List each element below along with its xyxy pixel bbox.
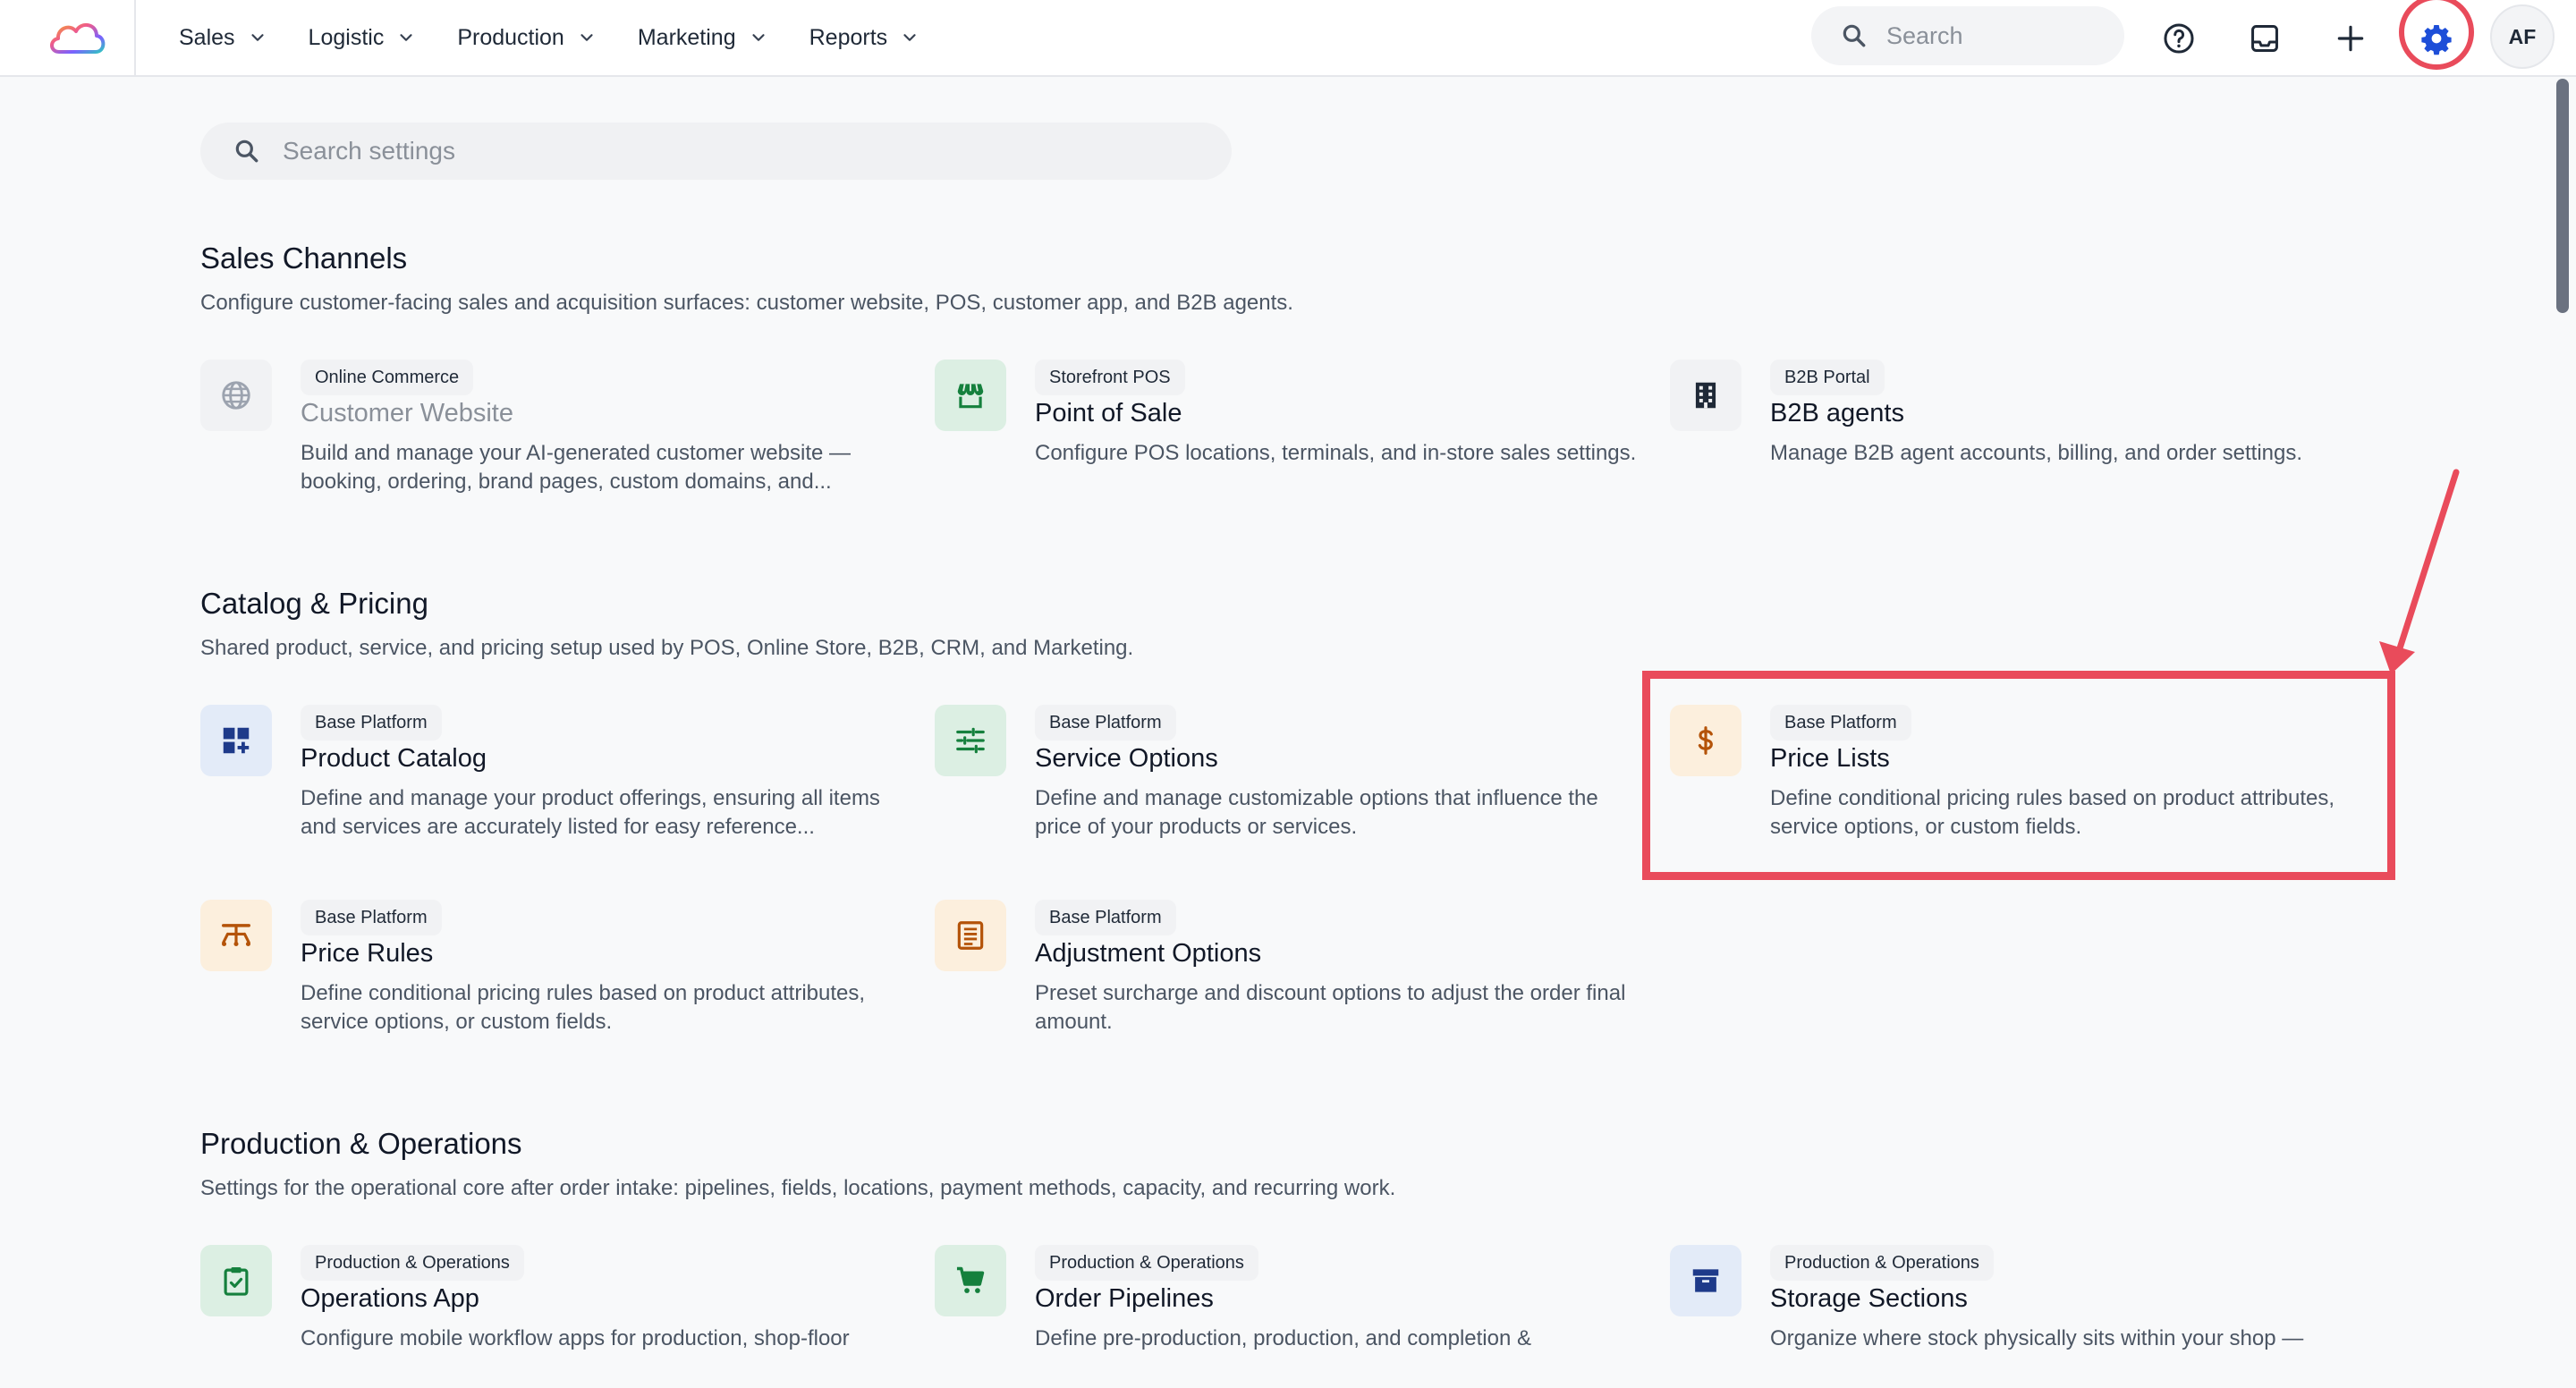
price-lists-highlight-box: [1642, 671, 2395, 880]
card-icon-box: [935, 900, 1006, 971]
nav-label: Marketing: [637, 24, 736, 50]
list-icon: [957, 921, 984, 950]
cart-icon: [956, 1266, 985, 1293]
card-product-catalog[interactable]: Base Platform Product Catalog Define and…: [200, 705, 907, 848]
top-navigation-bar: Sales Logistic Production Marketing Repo…: [0, 0, 2576, 77]
cloud-logo-icon[interactable]: [47, 14, 107, 59]
card-title: B2B agents: [1770, 399, 1904, 427]
nav-label: Production: [457, 24, 564, 50]
card-adjustment-options[interactable]: Base Platform Adjustment Options Preset …: [935, 900, 1641, 1043]
card-badge: B2B Portal: [1770, 360, 1885, 395]
chevron-down-icon: [752, 34, 765, 41]
card-badge: Production & Operations: [1770, 1245, 1994, 1281]
card-icon-box: [200, 360, 272, 431]
nav-item-logistic[interactable]: Logistic: [309, 25, 417, 51]
card-title: Storage Sections: [1770, 1284, 1968, 1313]
card-service-options[interactable]: Base Platform Service Options Define and…: [935, 705, 1641, 848]
building-icon: [1695, 382, 1716, 409]
search-icon: [1843, 24, 1866, 47]
card-badge: Base Platform: [1035, 900, 1176, 935]
add-button[interactable]: [2324, 12, 2377, 65]
card-icon-box: [200, 900, 272, 971]
card-operations-app[interactable]: Production & Operations Operations App C…: [200, 1245, 907, 1388]
card-title: Product Catalog: [301, 744, 487, 773]
card-description: Configure mobile workflow apps for produ…: [301, 1326, 850, 1350]
sliders-icon: [956, 727, 985, 754]
help-button[interactable]: [2152, 12, 2206, 65]
section-title-sales-channels: Sales Channels: [200, 241, 408, 275]
card-badge: Base Platform: [301, 900, 442, 935]
clipboard-check-icon: [224, 1266, 249, 1296]
nav-label: Logistic: [308, 24, 385, 50]
card-badge: Base Platform: [301, 705, 442, 741]
settings-search-input[interactable]: [281, 136, 1179, 166]
card-badge: Production & Operations: [301, 1245, 524, 1281]
grid-plus-icon: [223, 727, 250, 754]
logo-divider: [134, 0, 136, 77]
chevron-down-icon: [400, 34, 412, 41]
search-icon: [235, 140, 258, 163]
card-title: Adjustment Options: [1035, 939, 1262, 968]
section-description: Configure customer-facing sales and acqu…: [200, 291, 1293, 315]
card-title: Operations App: [301, 1284, 479, 1313]
card-title: Customer Website: [301, 399, 513, 427]
card-order-pipelines[interactable]: Production & Operations Order Pipelines …: [935, 1245, 1641, 1388]
card-badge: Online Commerce: [301, 360, 474, 395]
inbox-icon: [2251, 25, 2278, 52]
nav-item-production[interactable]: Production: [457, 25, 597, 51]
storefront-icon: [957, 384, 984, 409]
price-rules-icon: [222, 924, 250, 947]
nav-label: Sales: [179, 24, 235, 50]
section-title-catalog-pricing: Catalog & Pricing: [200, 587, 428, 620]
nav-item-sales[interactable]: Sales: [179, 25, 267, 51]
avatar-initials: AF: [2508, 24, 2537, 48]
nav-item-reports[interactable]: Reports: [809, 25, 920, 51]
card-description: Organize where stock physically sits wit…: [1770, 1326, 2304, 1350]
card-description: Define conditional pricing rules based o…: [301, 981, 866, 1034]
card-description: Build and manage your AI-generated custo…: [301, 441, 852, 494]
global-search-input[interactable]: [1885, 21, 2103, 51]
card-badge: Storefront POS: [1035, 360, 1185, 395]
card-badge: Base Platform: [1035, 705, 1176, 741]
card-icon-box: [1670, 360, 1741, 431]
card-description: Define and manage your product offerings…: [301, 786, 880, 839]
section-title-production-operations: Production & Operations: [200, 1127, 522, 1160]
card-customer-website[interactable]: Online Commerce Customer Website Build a…: [200, 360, 907, 503]
card-icon-box: [1670, 1245, 1741, 1316]
settings-search: [200, 123, 1232, 180]
avatar[interactable]: AF: [2490, 4, 2555, 69]
card-icon-box: [200, 705, 272, 776]
help-icon: [2164, 23, 2194, 54]
globe-icon: [222, 381, 250, 410]
card-icon-box: [935, 360, 1006, 431]
card-description: Define pre-production, production, and c…: [1035, 1326, 1531, 1350]
inbox-button[interactable]: [2238, 12, 2292, 65]
section-description: Shared product, service, and pricing set…: [200, 636, 1134, 660]
global-search: [1811, 6, 2124, 65]
annotation-arrow-icon: [2379, 469, 2460, 674]
card-title: Order Pipelines: [1035, 1284, 1214, 1313]
plus-icon: [2337, 25, 2364, 52]
card-storage-sections[interactable]: Production & Operations Storage Sections…: [1670, 1245, 2377, 1388]
card-description: Define and manage customizable options t…: [1035, 786, 1598, 839]
card-title: Point of Sale: [1035, 399, 1182, 427]
section-description: Settings for the operational core after …: [200, 1176, 1396, 1200]
chevron-down-icon: [580, 34, 593, 41]
card-icon-box: [200, 1245, 272, 1316]
card-icon-box: [935, 705, 1006, 776]
card-title: Service Options: [1035, 744, 1218, 773]
card-title: Price Rules: [301, 939, 434, 968]
nav-label: Reports: [809, 24, 888, 50]
chevron-down-icon: [903, 34, 916, 41]
card-description: Preset surcharge and discount options to…: [1035, 981, 1626, 1034]
main-nav: Sales Logistic Production Marketing Repo…: [179, 0, 961, 75]
card-badge: Production & Operations: [1035, 1245, 1258, 1281]
card-icon-box: [935, 1245, 1006, 1316]
page-scrollbar[interactable]: [2556, 79, 2569, 313]
card-price-rules[interactable]: Base Platform Price Rules Define conditi…: [200, 900, 907, 1043]
chevron-down-icon: [250, 34, 264, 41]
nav-item-marketing[interactable]: Marketing: [638, 25, 768, 51]
archive-icon: [1692, 1269, 1719, 1292]
